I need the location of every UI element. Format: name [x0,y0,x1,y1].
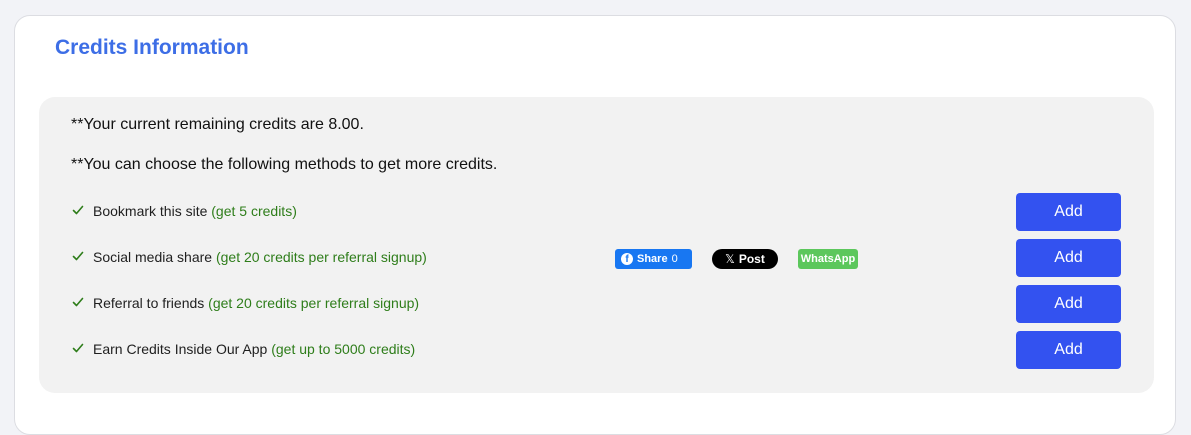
remaining-credits-note: **Your current remaining credits are 8.0… [71,116,364,133]
add-referral-button[interactable]: Add [1016,285,1121,323]
method-row-bookmark: Bookmark this site (get 5 credits) Add [39,193,1154,231]
method-text: Referral to friends (get 20 credits per … [93,295,419,311]
x-post-label: Post [738,252,765,266]
methods-note: **You can choose the following methods t… [71,156,498,173]
method-row-referral: Referral to friends (get 20 credits per … [39,285,1154,323]
method-row-app: Earn Credits Inside Our App (get up to 5… [39,331,1154,369]
credits-panel: **Your current remaining credits are 8.0… [39,97,1154,393]
facebook-share-count: 0 [671,253,678,265]
check-icon [72,205,84,215]
method-bonus: (get 20 credits per referral signup) [208,295,420,311]
method-bonus: (get 5 credits) [211,203,297,219]
credits-card: Credits Information **Your current remai… [14,15,1176,435]
add-app-credits-button[interactable]: Add [1016,331,1121,369]
facebook-share-label: Share [637,253,668,265]
method-label: Referral to friends [93,295,205,311]
method-bonus: (get up to 5000 credits) [271,341,416,357]
check-icon [72,343,84,353]
method-text: Earn Credits Inside Our App (get up to 5… [93,341,415,357]
x-logo-icon: 𝕏 [725,252,735,266]
method-label: Social media share [93,249,213,265]
method-text: Social media share (get 20 credits per r… [93,249,427,265]
method-row-social-share: Social media share (get 20 credits per r… [39,239,1154,277]
facebook-share-button[interactable]: f Share 0 [615,249,692,269]
page-title: Credits Information [55,36,249,59]
x-post-button[interactable]: 𝕏 Post [712,249,778,269]
method-label: Earn Credits Inside Our App [93,341,268,357]
method-text: Bookmark this site (get 5 credits) [93,203,297,219]
add-bookmark-button[interactable]: Add [1016,193,1121,231]
add-social-share-button[interactable]: Add [1016,239,1121,277]
method-bonus: (get 20 credits per referral signup) [215,249,427,265]
whatsapp-share-button[interactable]: WhatsApp [798,249,858,269]
method-label: Bookmark this site [93,203,208,219]
check-icon [72,251,84,261]
check-icon [72,297,84,307]
facebook-icon: f [621,253,633,265]
